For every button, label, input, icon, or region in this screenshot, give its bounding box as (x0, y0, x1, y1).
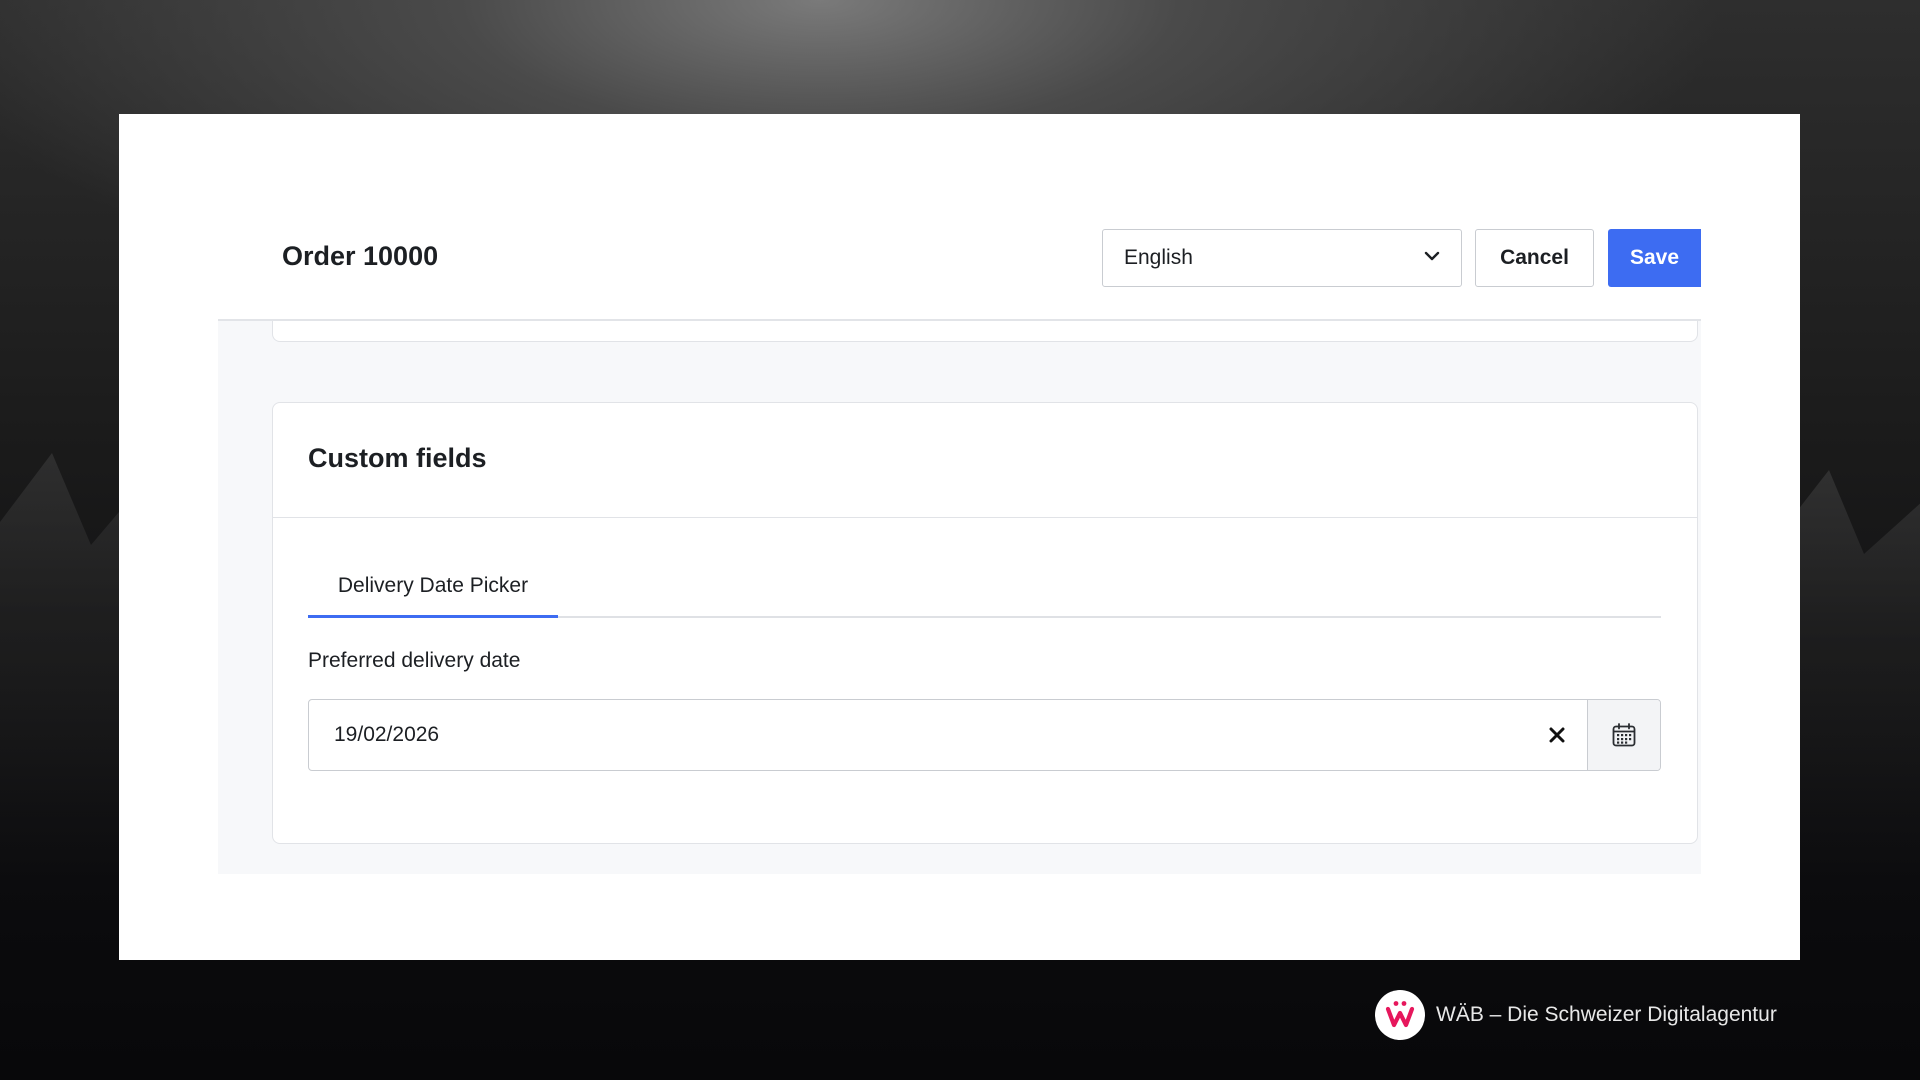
preferred-delivery-date-label: Preferred delivery date (308, 649, 521, 672)
preferred-delivery-date-input[interactable]: 19/02/2026 (308, 699, 1661, 771)
page-title: Order 10000 (282, 241, 439, 271)
tab-delivery-date-picker[interactable]: Delivery Date Picker (308, 558, 558, 618)
custom-fields-tabs: Delivery Date Picker (308, 558, 1661, 618)
cancel-button[interactable]: Cancel (1475, 229, 1594, 287)
language-select-value: English (1124, 246, 1193, 269)
brand-text: WÄB – Die Schweizer Digitalagentur (1436, 1003, 1777, 1026)
brand-footer: WÄB – Die Schweizer Digitalagentur (1375, 990, 1777, 1040)
previous-card-bottom (272, 321, 1698, 342)
background-mountain-left (0, 453, 130, 890)
calendar-icon (1612, 723, 1636, 747)
screenshot-frame: Order 10000 English Cancel Save Custom f… (119, 114, 1800, 960)
preferred-delivery-date-value[interactable]: 19/02/2026 (309, 723, 1527, 747)
card-divider (273, 517, 1697, 518)
custom-fields-card: Custom fields Delivery Date Picker Prefe… (272, 402, 1698, 844)
waeb-w-logo-icon (1375, 990, 1425, 1040)
custom-fields-title: Custom fields (308, 443, 487, 473)
clear-date-button[interactable] (1527, 700, 1587, 770)
background-mountain-right (1780, 470, 1920, 890)
language-select[interactable]: English (1102, 229, 1462, 287)
save-button[interactable]: Save (1608, 229, 1701, 287)
chevron-down-icon (1423, 247, 1441, 270)
open-calendar-button[interactable] (1587, 700, 1660, 770)
close-icon (1549, 727, 1565, 743)
